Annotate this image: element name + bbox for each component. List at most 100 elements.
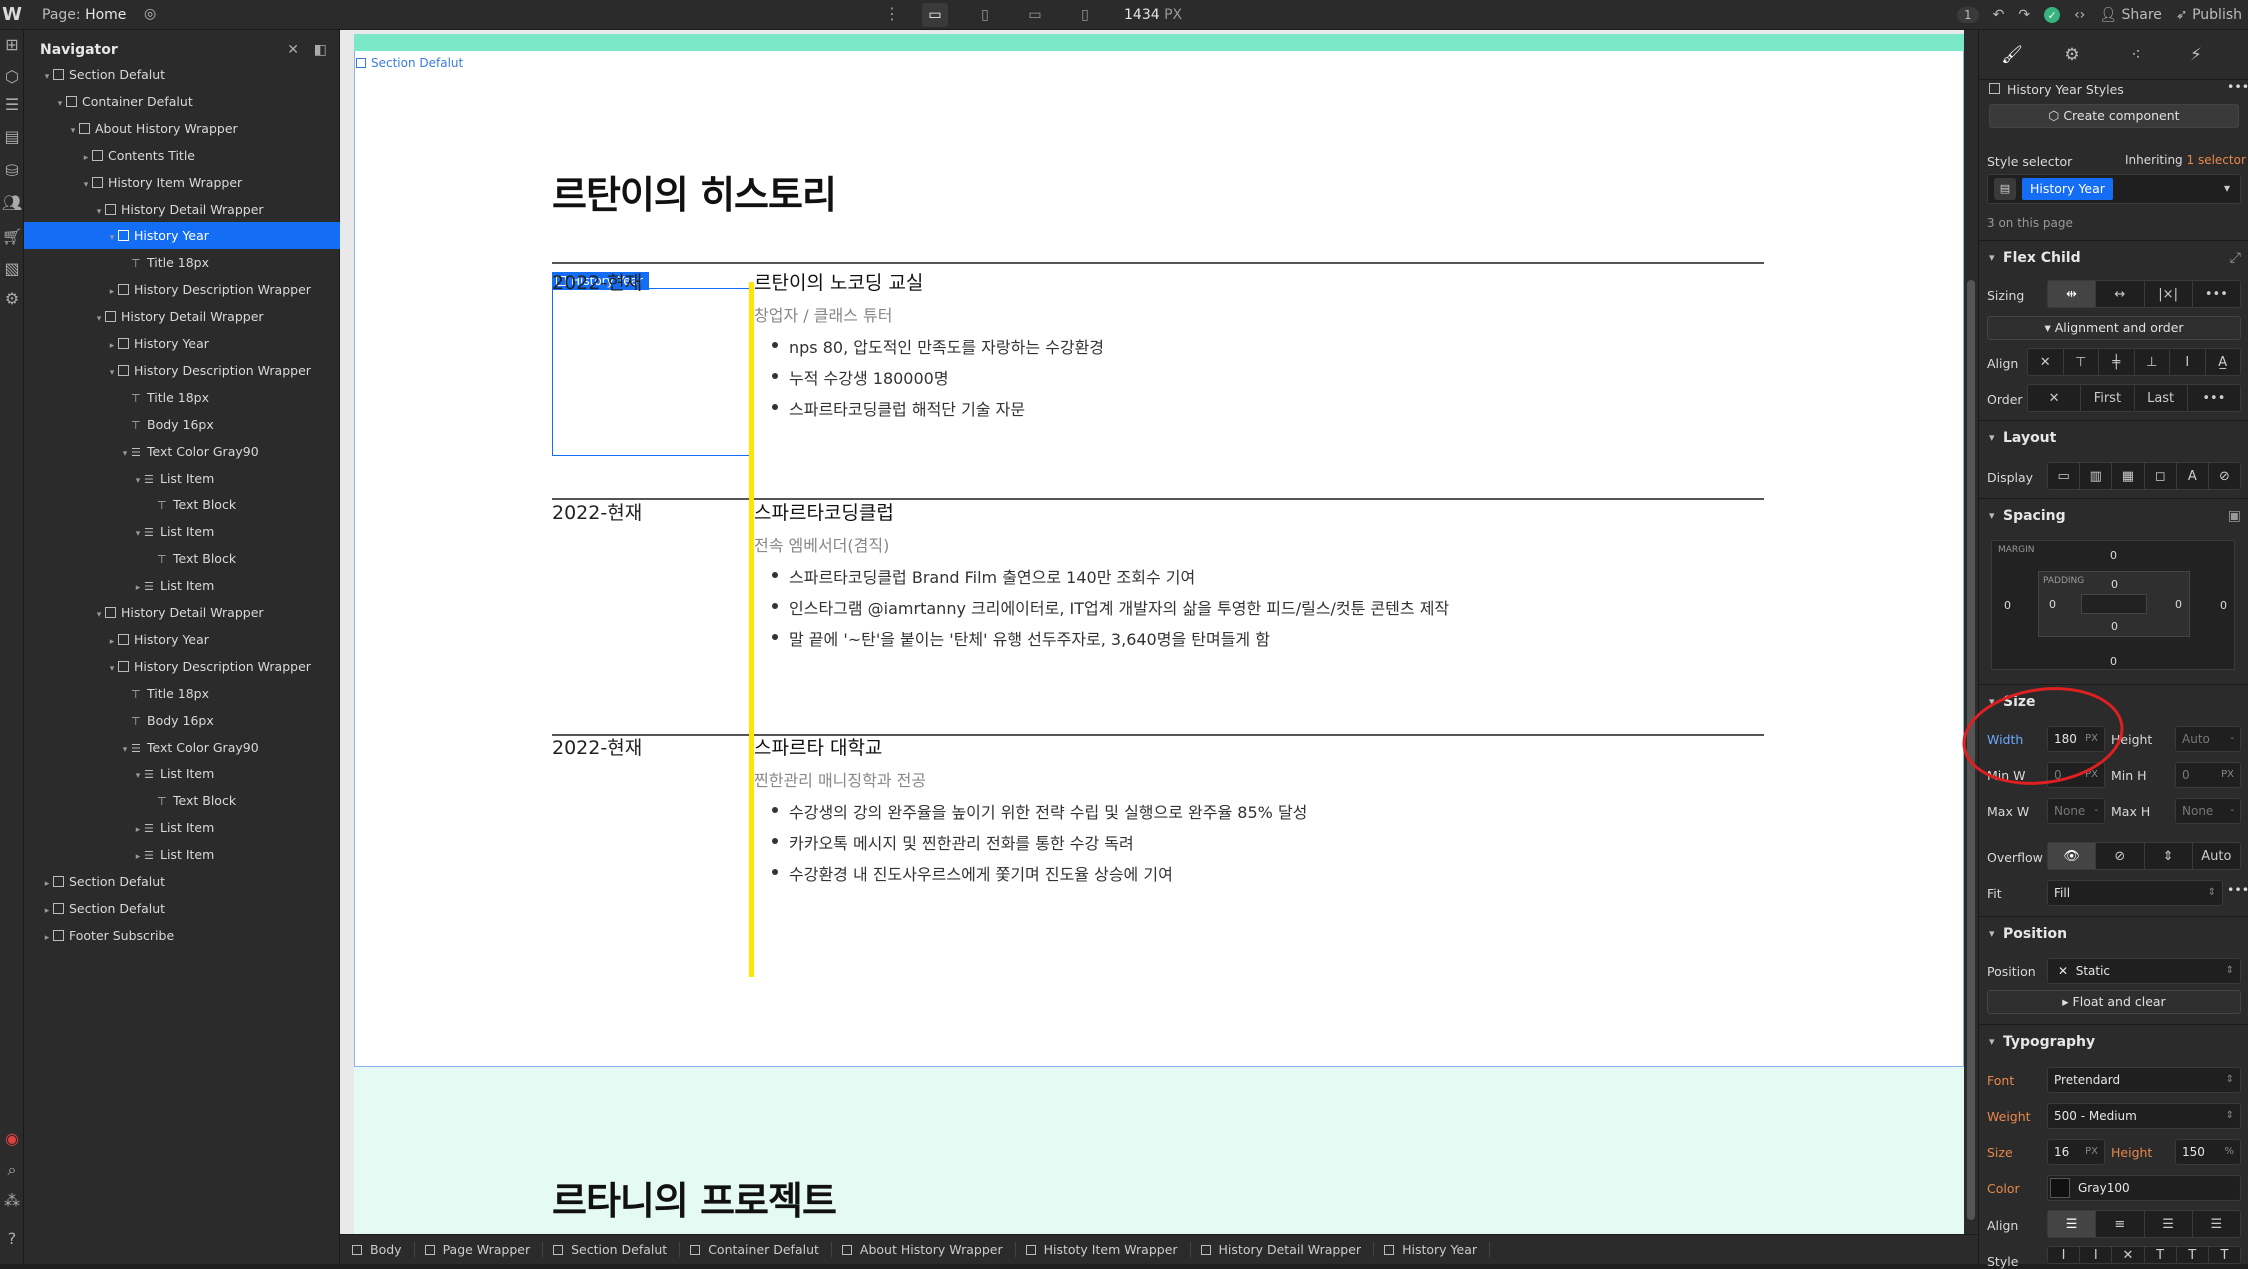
selector-dropdown-icon[interactable]: ▾ bbox=[2224, 176, 2230, 200]
align-start-icon[interactable]: ⊤ bbox=[2064, 349, 2099, 375]
order-more-icon[interactable]: ••• bbox=[2188, 385, 2240, 411]
preview-icon[interactable]: ◎ bbox=[144, 6, 156, 22]
navigator-item[interactable]: ▸ Section Defalut bbox=[24, 895, 340, 922]
list-item[interactable]: 스파르타코딩클럽 Brand Film 출연으로 140만 조회수 기여 bbox=[771, 564, 1195, 588]
breadcrumb-item[interactable]: Section Defalut bbox=[553, 1242, 681, 1257]
margin-top-value[interactable]: 0 bbox=[2110, 549, 2117, 562]
position-select[interactable]: ✕ Static ⇕ bbox=[2047, 958, 2241, 984]
navigator-item[interactable]: ▾ ☰ Text Color Gray90 bbox=[24, 734, 340, 761]
max-width-input[interactable]: None - bbox=[2047, 798, 2105, 824]
overflow-hidden-icon[interactable]: ⊘ bbox=[2096, 843, 2145, 869]
navigator-item[interactable]: ▸ ☰ List Item bbox=[24, 841, 340, 868]
navigator-item[interactable]: ⊤ Title 18px bbox=[24, 249, 340, 276]
pages-icon[interactable]: ▤ bbox=[0, 124, 24, 148]
typography-header[interactable]: Typography bbox=[1979, 1024, 2248, 1059]
display-control[interactable]: ▭ ▥ ▦ ◻ A ⊘ bbox=[2047, 462, 2241, 490]
list-item[interactable]: nps 80, 압도적인 만족도를 자랑하는 수강환경 bbox=[771, 334, 1104, 358]
collapsed-caret-icon[interactable]: ▸ bbox=[41, 925, 53, 952]
selected-element-outline[interactable] bbox=[552, 288, 754, 456]
tablet-breakpoint-icon[interactable]: ▯ bbox=[972, 3, 998, 27]
redo-icon[interactable]: ↷ bbox=[2018, 7, 2030, 23]
italic-icon[interactable]: I bbox=[2048, 1247, 2081, 1263]
navigator-item[interactable]: ▾ About History Wrapper bbox=[24, 115, 340, 142]
history-role[interactable]: 찐한관리 매니징학과 전공 bbox=[754, 767, 926, 791]
list-item[interactable]: 말 끝에 '~탄'을 붙이는 '탄체' 유행 선두주자로, 3,640명을 탄며… bbox=[772, 626, 1270, 650]
canvas-scrollbar[interactable] bbox=[1964, 30, 1978, 1234]
settings-icon[interactable]: ⚙ bbox=[0, 286, 24, 310]
navigator-item[interactable]: ▾ History Detail Wrapper bbox=[24, 303, 340, 330]
italic-alt-icon[interactable]: I bbox=[2080, 1247, 2113, 1263]
history-role[interactable]: 전속 엠베서더(겸직) bbox=[754, 532, 889, 556]
navigator-item[interactable]: ⊤ Title 18px bbox=[24, 680, 340, 707]
breadcrumb-item[interactable]: Histoty Item Wrapper bbox=[1025, 1242, 1191, 1257]
navigator-item[interactable]: ▸ History Year bbox=[24, 626, 340, 653]
align-left-icon[interactable]: ☰ bbox=[2048, 1211, 2097, 1237]
weight-select[interactable]: 500 - Medium ⇕ bbox=[2047, 1103, 2241, 1129]
navigator-item[interactable]: ▾ ☰ List Item bbox=[24, 760, 340, 787]
styles-more-icon[interactable]: ••• bbox=[2227, 79, 2248, 94]
cms-icon[interactable]: ⛁ bbox=[0, 158, 24, 182]
history-year[interactable]: 2022-현재 bbox=[552, 268, 642, 295]
min-height-unit[interactable]: PX bbox=[2221, 763, 2234, 787]
navigator-item[interactable]: ▾ ☰ List Item bbox=[24, 518, 340, 545]
grow-option-icon[interactable]: ↔ bbox=[2096, 281, 2145, 307]
alignment-order-toggle[interactable]: ▾ Alignment and order bbox=[1987, 316, 2241, 340]
navigator-item[interactable]: ▾ History Detail Wrapper bbox=[24, 196, 340, 223]
list-item[interactable]: 누적 수강생 180000명 bbox=[772, 365, 949, 389]
navigator-item[interactable]: ▸ ☰ List Item bbox=[24, 572, 340, 599]
text-style-control[interactable]: I I ✕ T T T bbox=[2047, 1246, 2241, 1264]
page-selector[interactable]: Page: Home bbox=[42, 7, 126, 23]
font-size-unit[interactable]: PX bbox=[2085, 1140, 2098, 1164]
display-flex-icon[interactable]: ▥ bbox=[2080, 463, 2113, 489]
history-role[interactable]: 창업자 / 클래스 튜터 bbox=[754, 302, 892, 326]
breadcrumb-item[interactable]: About History Wrapper bbox=[841, 1242, 1016, 1257]
navigator-item[interactable]: ⊤ Text Block bbox=[24, 545, 340, 572]
padding-right-value[interactable]: 0 bbox=[2175, 598, 2182, 611]
overline-icon[interactable]: T bbox=[2209, 1247, 2240, 1263]
webflow-logo-icon[interactable]: W bbox=[0, 0, 24, 30]
navigator-icon[interactable]: ☰ bbox=[0, 92, 24, 116]
navigator-item[interactable]: ▾ History Description Wrapper bbox=[24, 357, 340, 384]
record-icon[interactable]: ◉ bbox=[0, 1126, 24, 1150]
components-icon[interactable]: ⬡ bbox=[0, 64, 24, 88]
navigator-item[interactable]: ⊤ Text Block bbox=[24, 491, 340, 518]
line-height-input[interactable]: 150% bbox=[2175, 1139, 2241, 1165]
history-heading[interactable]: 르탄이의 히스토리 bbox=[552, 164, 837, 219]
selector-chip[interactable]: History Year bbox=[2022, 178, 2113, 200]
none-option-icon[interactable]: |×| bbox=[2145, 281, 2193, 307]
margin-left-value[interactable]: 0 bbox=[2004, 599, 2011, 612]
list-item[interactable]: 수강생의 강의 완주율을 높이기 위한 전략 수립 및 실행으로 완주율 85%… bbox=[771, 799, 1307, 823]
display-none-icon[interactable]: ⊘ bbox=[2209, 463, 2240, 489]
padding-bottom-value[interactable]: 0 bbox=[2111, 620, 2118, 633]
history-year[interactable]: 2022-현재 bbox=[552, 733, 642, 760]
selector-type-icon[interactable]: ▤ bbox=[1994, 178, 2016, 200]
inheriting-count[interactable]: 1 selector bbox=[2187, 153, 2246, 167]
align-self-control[interactable]: ✕ ⊤ ╪ ⊥ Ι A̲ bbox=[2027, 348, 2241, 376]
more-sizing-icon[interactable]: ••• bbox=[2193, 281, 2240, 307]
mobile-portrait-breakpoint-icon[interactable]: ▯ bbox=[1072, 3, 1098, 27]
height-input[interactable]: Auto - bbox=[2175, 726, 2241, 752]
add-icon[interactable]: ⊞ bbox=[0, 32, 24, 56]
display-grid-icon[interactable]: ▦ bbox=[2112, 463, 2145, 489]
navigator-item[interactable]: ▸ History Year bbox=[24, 330, 340, 357]
color-swatch[interactable] bbox=[2050, 1178, 2070, 1198]
order-last-option[interactable]: Last bbox=[2135, 385, 2188, 411]
breadcrumb-item[interactable]: Body bbox=[352, 1242, 415, 1257]
align-right-icon[interactable]: ☰ bbox=[2145, 1211, 2193, 1237]
align-end-icon[interactable]: ⊥ bbox=[2135, 349, 2170, 375]
navigator-item[interactable]: ⊤ Body 16px bbox=[24, 707, 340, 734]
fit-more-icon[interactable]: ••• bbox=[2227, 882, 2248, 897]
display-inline-block-icon[interactable]: ◻ bbox=[2145, 463, 2177, 489]
ecommerce-icon[interactable]: 🛒︎ bbox=[0, 224, 24, 248]
navigator-item[interactable]: ⊤ Text Block bbox=[24, 787, 340, 814]
expand-icon[interactable]: ⤢ bbox=[2230, 241, 2241, 275]
align-none-icon[interactable]: ✕ bbox=[2028, 349, 2064, 375]
navigator-item[interactable]: ▸ Footer Subscribe bbox=[24, 922, 340, 949]
align-stretch-icon[interactable]: Ι bbox=[2170, 349, 2206, 375]
history-title[interactable]: 르탄이의 노코딩 교실 bbox=[754, 268, 923, 295]
spacing-preset-icon[interactable]: ▣ bbox=[2228, 499, 2241, 533]
assets-icon[interactable]: ▧ bbox=[0, 256, 24, 280]
max-height-input[interactable]: None - bbox=[2175, 798, 2241, 824]
padding-left-value[interactable]: 0 bbox=[2049, 598, 2056, 611]
undo-icon[interactable]: ↶ bbox=[1993, 7, 2005, 23]
